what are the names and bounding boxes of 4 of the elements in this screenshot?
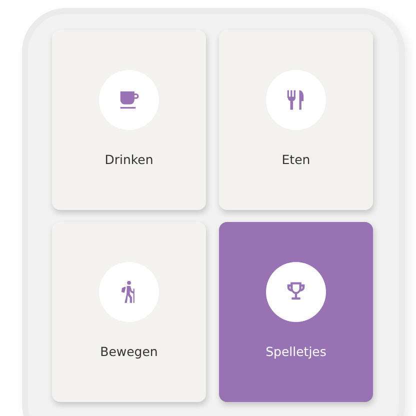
category-tile[interactable]: Drinken: [52, 30, 206, 210]
category-tile[interactable]: Spelletjes: [219, 222, 373, 402]
category-tile[interactable]: Bewegen: [52, 222, 206, 402]
category-tile[interactable]: Eten: [219, 30, 373, 210]
